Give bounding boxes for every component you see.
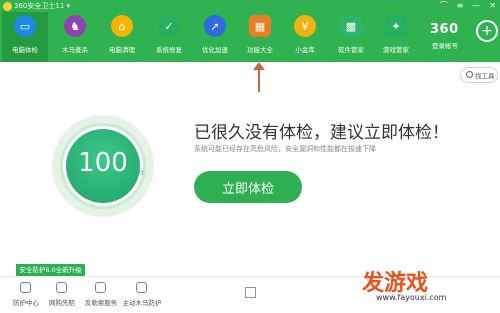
account-area[interactable]: 360 + 登录帐号: [424, 16, 500, 62]
bottom-item-active-defense[interactable]: 主动木马防护: [122, 280, 162, 310]
search-icon: [466, 71, 473, 78]
tab-software-manager[interactable]: ▩ 软件管家: [328, 12, 374, 62]
tab-cleanup[interactable]: ⌂ 电脑清理: [99, 12, 145, 62]
watermark-url: www.fayouxi.com: [376, 293, 447, 302]
annotation-arrow-icon: [253, 62, 265, 70]
shield-icon: ✓: [158, 15, 180, 37]
score-unit: 分: [137, 168, 144, 176]
coin-icon: ¥: [294, 15, 316, 37]
horse-icon: ♞: [64, 15, 86, 37]
brand-logo: 360: [430, 22, 459, 37]
shield-icon: [20, 282, 31, 293]
window-controls: ⌒ ≡ — ✕: [440, 1, 496, 11]
rocket-icon: ➚: [204, 15, 226, 37]
app-title[interactable]: 360安全卫士11 ▾: [14, 1, 70, 11]
upgrade-badge[interactable]: 安全防护6.0全新升级: [16, 264, 85, 276]
bottom-item-label: 主动木马防护: [122, 299, 162, 307]
page-title: 已很久没有体检，建议立即体检！: [194, 123, 449, 143]
monitor-icon: ▭: [14, 15, 36, 37]
tab-label: 功能大全: [247, 46, 273, 54]
broom-icon: ⌂: [111, 15, 133, 37]
main-tabs: ▭ 电脑体检 ♞ 木马查杀 ⌂ 电脑清理 ✓ 系统修复 ➚ 优化加速 ▦ 功能大…: [0, 12, 420, 62]
app-logo-icon: [3, 2, 12, 11]
tab-trojan-scan[interactable]: ♞ 木马查杀: [52, 12, 98, 62]
gamepad-icon: ✦: [385, 15, 407, 37]
horse-guard-icon: [136, 282, 147, 293]
title-bar: 360安全卫士11 ▾ ⌒ ≡ — ✕: [0, 0, 500, 12]
tab-features[interactable]: ▦ 功能大全: [237, 12, 283, 62]
tab-system-repair[interactable]: ✓ 系统修复: [146, 12, 192, 62]
tab-label: 木马查杀: [62, 46, 88, 54]
tab-label: 电脑清理: [109, 46, 135, 54]
tab-game-manager[interactable]: ✦ 游戏管家: [373, 12, 419, 62]
tab-label: 游戏管家: [383, 46, 409, 54]
tab-label: 软件管家: [338, 46, 364, 54]
tab-optimize[interactable]: ➚ 优化加速: [192, 12, 238, 62]
minimize-icon[interactable]: —: [472, 1, 480, 11]
skin-icon[interactable]: ⌒: [440, 1, 448, 11]
bottom-item-anti-ransom[interactable]: 反勒索服务: [81, 280, 121, 310]
tab-coffer[interactable]: ¥ 小金库: [282, 12, 328, 62]
tab-label: 系统修复: [156, 46, 182, 54]
score-value: 100: [78, 148, 128, 178]
grid-icon: ▦: [249, 15, 271, 37]
top-bar: 360安全卫士11 ▾ ⌒ ≡ — ✕ ▭ 电脑体检 ♞ 木马查杀 ⌂ 电脑清理…: [0, 0, 500, 62]
download-icon[interactable]: [245, 287, 256, 298]
close-icon[interactable]: ✕: [489, 1, 496, 11]
menu-icon[interactable]: ≡: [457, 1, 464, 11]
login-link[interactable]: 登录帐号: [432, 40, 458, 50]
tab-pc-checkup[interactable]: ▭ 电脑体检: [2, 12, 48, 62]
cart-icon: [56, 282, 67, 293]
lock-icon: [95, 282, 106, 293]
plus-icon[interactable]: +: [476, 20, 498, 42]
tab-label: 电脑体检: [12, 46, 38, 54]
bottom-item-shopping-guarantee[interactable]: 网购先赔: [42, 280, 82, 310]
tab-label: 小金库: [295, 46, 315, 54]
status-description: 系统可能已经存在高危风险，安全漏洞和性能都在极速下降: [194, 145, 376, 153]
find-tools-label: 找工具: [475, 72, 495, 80]
find-tools-button[interactable]: 找工具: [460, 67, 498, 83]
apps-icon: ▩: [340, 15, 362, 37]
check-now-button[interactable]: 立即体检: [194, 171, 302, 203]
tab-label: 优化加速: [202, 46, 228, 54]
